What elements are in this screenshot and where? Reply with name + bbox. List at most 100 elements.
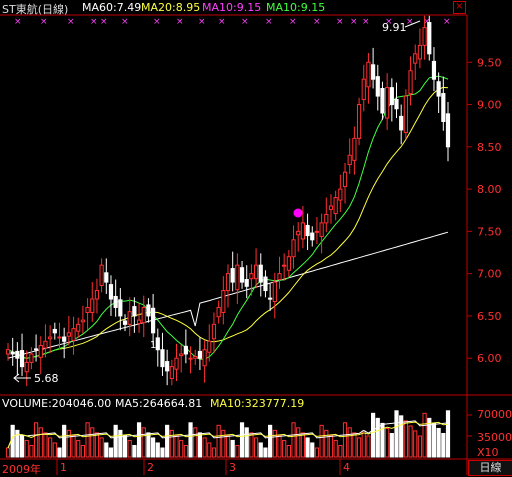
volume-bar [24,439,29,458]
candle-up [94,290,100,300]
candle-down [441,93,446,122]
candle-up [76,323,81,332]
candle-down [132,306,137,317]
candle-down [380,87,385,114]
candle-up [253,264,259,280]
volume-bar [179,439,184,458]
candle-up [211,323,217,340]
candle-up [300,222,305,240]
volume-bar [413,430,418,458]
volume-bar [62,424,67,458]
volume-bar [108,447,114,458]
volume-bar [333,439,338,458]
event-x-mark: × [265,17,273,27]
volume-bar [277,434,282,458]
candle-up [136,319,142,325]
candle-up [385,87,390,119]
candle-up [174,357,179,370]
candle-up [413,53,418,64]
volume-bar [29,444,34,458]
volume-bar [291,422,296,458]
volume-bar [19,434,25,458]
event-x-mark: × [289,17,297,27]
time-label-m3: 3 [229,461,236,474]
candle-down [108,284,114,300]
volume-label: VOLUME:204046.00 [2,397,112,410]
event-x-mark: × [362,17,370,27]
volume-bar [249,432,254,458]
volume-bar [403,420,408,458]
volume-bar [389,432,394,458]
price-tick-label: 7.00 [477,268,502,281]
candle-up [235,264,240,291]
candle-down [160,349,165,368]
volume-bar [300,432,305,458]
event-x-mark: × [313,17,321,27]
candle-up [408,70,413,95]
period-button[interactable]: 日線 [468,460,512,476]
candle-down [427,22,432,55]
candle-up [71,328,76,341]
candle-down [62,336,67,342]
candle-down [113,295,118,308]
candle-up [277,273,282,281]
candle-up [366,61,371,88]
volume-bar [328,434,334,458]
volume-bar [141,427,146,458]
volume-bar [347,427,352,458]
candle-up [127,311,132,325]
volume-bar [169,429,174,458]
candle-up [342,171,348,188]
candle-down [244,279,249,287]
volume-bar [183,444,188,458]
candle-up [38,345,43,358]
event-x-mark: × [153,17,161,27]
volume-bar [85,422,90,458]
candle-up [319,222,324,237]
volume-bar [342,422,348,458]
volume-bar [417,435,423,458]
price-tick-label: 6.50 [477,310,502,323]
candle-up [5,349,11,355]
volume-bar [361,430,366,458]
volume-bar [263,447,268,458]
candle-up [286,256,291,271]
candle-up [90,298,95,314]
candle-down [52,328,57,334]
event-x-mark: × [198,17,206,27]
volume-bar [235,444,240,458]
volume-bar [268,424,273,458]
candle-down [122,320,128,325]
candle-down [394,98,399,110]
candle-down [310,232,315,241]
event-x-mark: × [67,17,75,27]
candle-down [104,272,109,283]
volume-bar [230,439,235,458]
candle-up [361,78,366,100]
candle-down [375,76,380,97]
candle-up [207,340,212,353]
volume-bar [122,434,128,458]
candle-up [169,366,174,379]
candle-down [19,350,25,368]
event-x-mark: × [100,17,108,27]
volume-bar [188,422,193,458]
candle-down [183,345,188,355]
candle-up [221,290,226,314]
volume-bar [104,442,109,458]
volume-bar [136,422,142,458]
event-x-mark: × [14,17,22,27]
volume-unit: X10 [477,446,499,459]
volume-bar [314,447,320,458]
volume-bar [352,432,357,458]
candle-up [66,332,71,337]
volume-bar [155,442,160,458]
candle-up [193,355,198,359]
candle-down [268,297,273,300]
volume-bar [422,412,427,458]
candle-down [263,276,268,292]
candle-up [347,154,352,166]
volume-bar [225,434,231,458]
time-label-m1: 1 [60,461,67,474]
volume-bar [431,422,437,458]
